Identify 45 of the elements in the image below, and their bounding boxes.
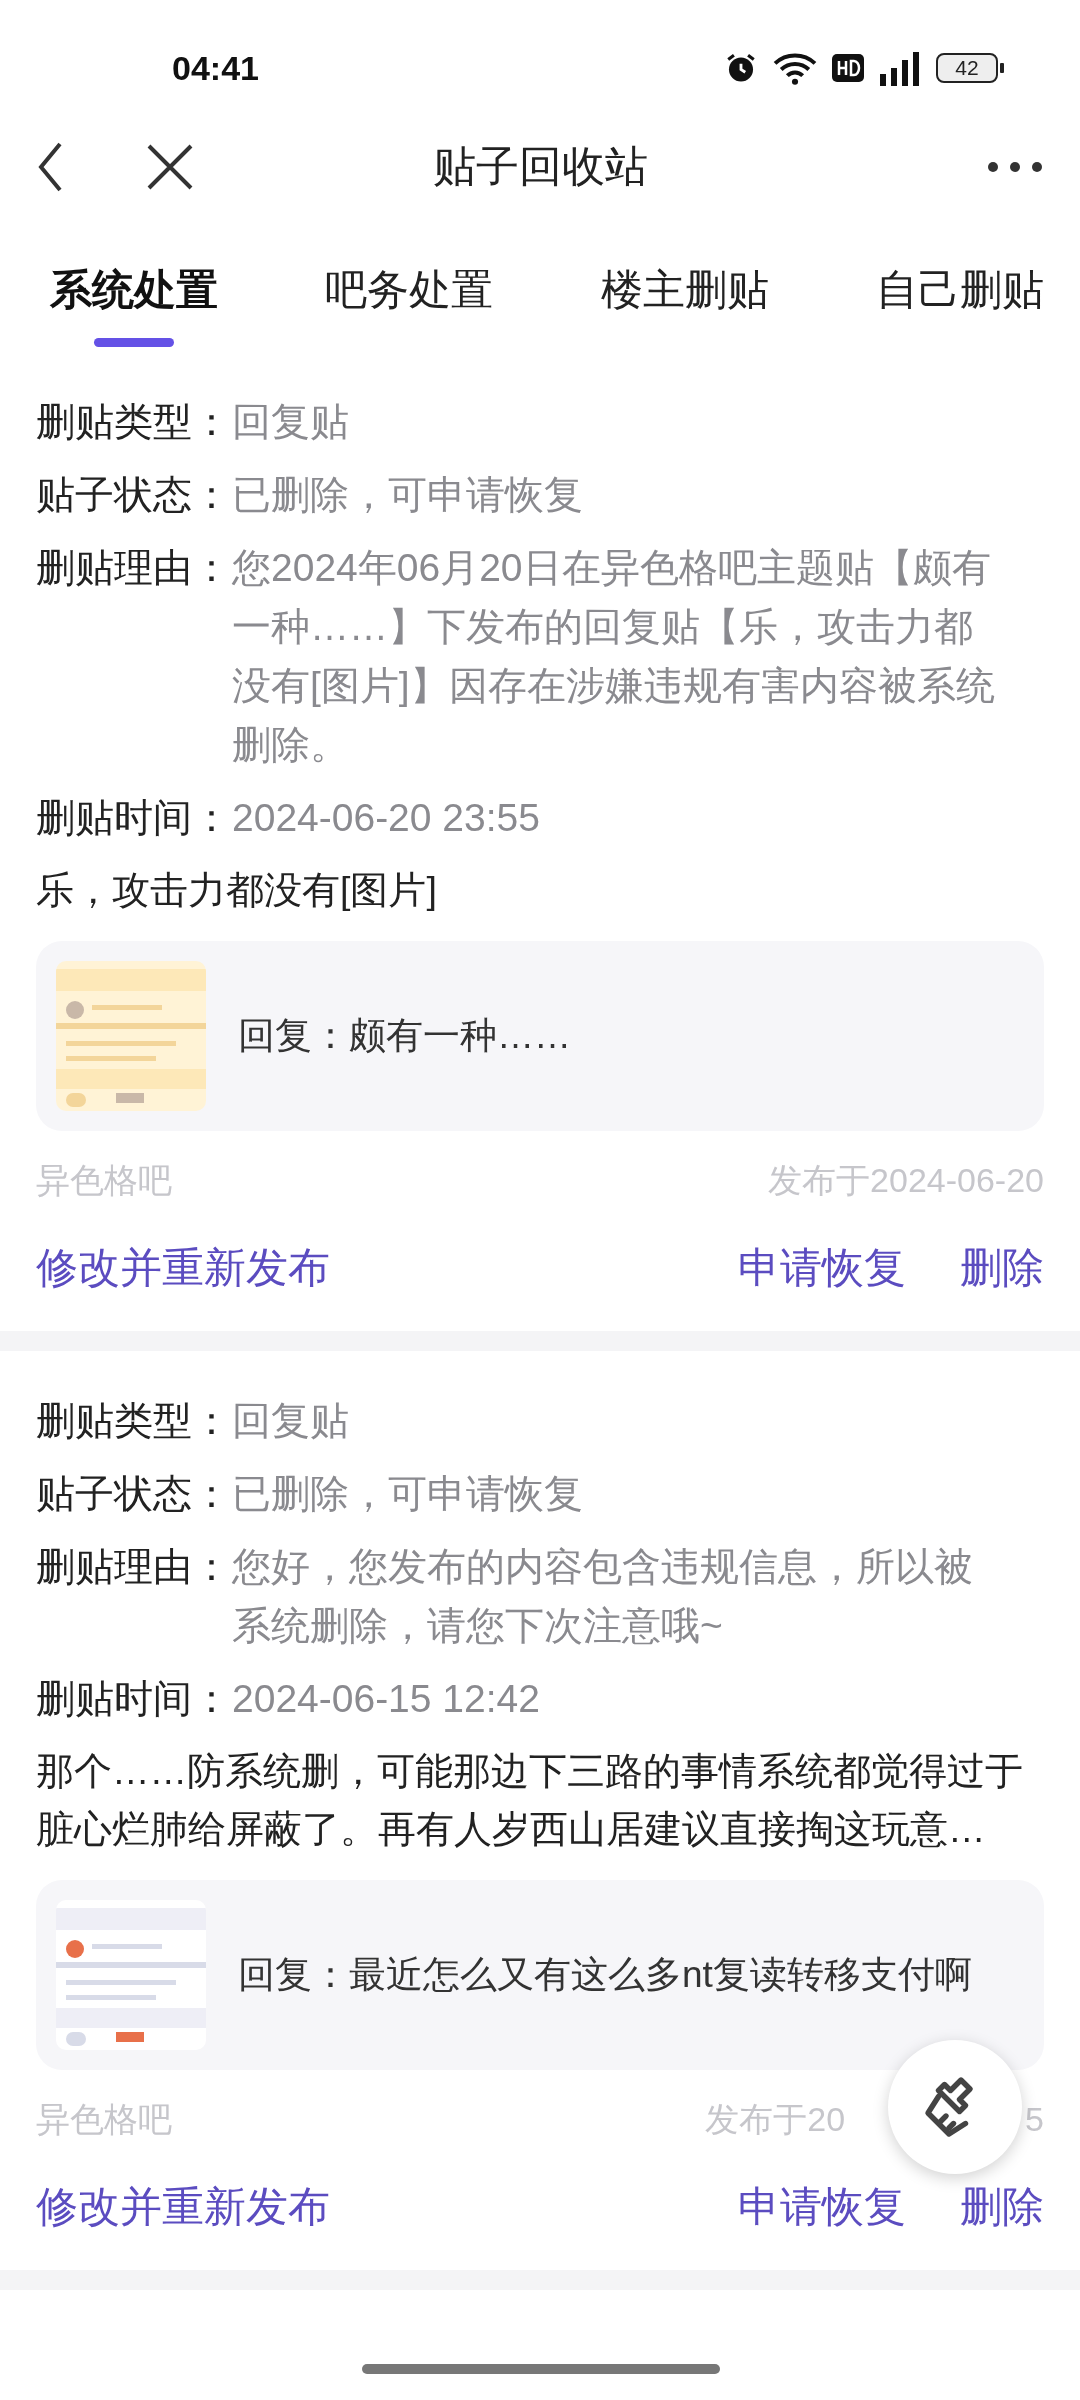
field-value: 您2024年06月20日在异色格吧主题贴【颇有一种……】下发布的回复贴【乐，攻击力都没有[图片]】因存在涉嫌违规有害内容被系统删除。 (232, 545, 996, 768)
clock: 04:41 (172, 48, 260, 88)
delete-link[interactable]: 删除 (960, 1240, 1044, 1296)
field-label: 贴子状态： (36, 1471, 232, 1517)
field-value: 已删除，可申请恢复 (232, 472, 583, 518)
tab[interactable]: 自己删贴 (876, 262, 1044, 352)
tab[interactable]: 吧务处置 (325, 262, 494, 352)
restore-request-link[interactable]: 申请恢复 (738, 1240, 906, 1296)
edit-repost-link[interactable]: 修改并重新发布 (36, 2179, 330, 2235)
publish-date: 发布于20 (705, 2100, 846, 2138)
field-value: 回复贴 (232, 1398, 349, 1444)
edit-repost-link[interactable]: 修改并重新发布 (36, 1240, 330, 1296)
hd-icon (832, 54, 864, 82)
publish-date: 发布于2024-06-20 (768, 1161, 1044, 1199)
signal-icon (878, 50, 922, 86)
quoted-post[interactable]: 回复：颇有一种…… (36, 941, 1044, 1131)
post-content: 乐，攻击力都没有[图片] (36, 868, 438, 913)
post-content: 那个……防系统删，可能那边下三路的事情系统都觉得过于脏心烂肺给屏蔽了。再有人岁西山居建议直接掏这玩意… (36, 1749, 1024, 1852)
field-value: 您好，您发布的内容包含违规信息，所以被系统删除，请您下次注意哦~ (232, 1544, 974, 1649)
field-value: 2024-06-15 12:42 (232, 1676, 540, 1722)
field-value: 2024-06-20 23:55 (232, 795, 540, 841)
publish-date: 5 (1025, 2100, 1044, 2138)
field-label: 删贴时间： (36, 1676, 232, 1722)
tab[interactable]: 系统处置 (50, 262, 218, 352)
delete-link[interactable]: 删除 (960, 2179, 1044, 2235)
quoted-post[interactable]: 回复：最近怎么又有这么多nt复读转移支付啊 (36, 1880, 1044, 2070)
field-value: 回复贴 (232, 399, 349, 445)
field-label: 删贴类型： (36, 1398, 232, 1444)
field-value: 已删除，可申请恢复 (232, 1471, 583, 1517)
quote-text: 回复：最近怎么又有这么多nt复读转移支付啊 (238, 1953, 972, 1997)
restore-request-link[interactable]: 申请恢复 (738, 2179, 906, 2235)
close-icon[interactable] (146, 143, 194, 191)
field-label: 贴子状态： (36, 472, 232, 518)
more-icon[interactable] (986, 160, 1044, 174)
field-label: 删贴时间： (36, 795, 232, 841)
tab[interactable]: 楼主删贴 (600, 262, 769, 352)
battery-level: 42 (936, 53, 998, 83)
page-title: 贴子回收站 (431, 141, 649, 192)
field-label: 删贴理由： (36, 545, 232, 591)
forum-name: 异色格吧 (36, 2099, 172, 2140)
field-label: 删贴类型： (36, 399, 232, 445)
quote-text: 回复：颇有一种…… (238, 1014, 571, 1058)
forum-name: 异色格吧 (36, 1160, 172, 1201)
field-label: 删贴理由： (36, 1544, 232, 1590)
wifi-icon (772, 51, 818, 85)
